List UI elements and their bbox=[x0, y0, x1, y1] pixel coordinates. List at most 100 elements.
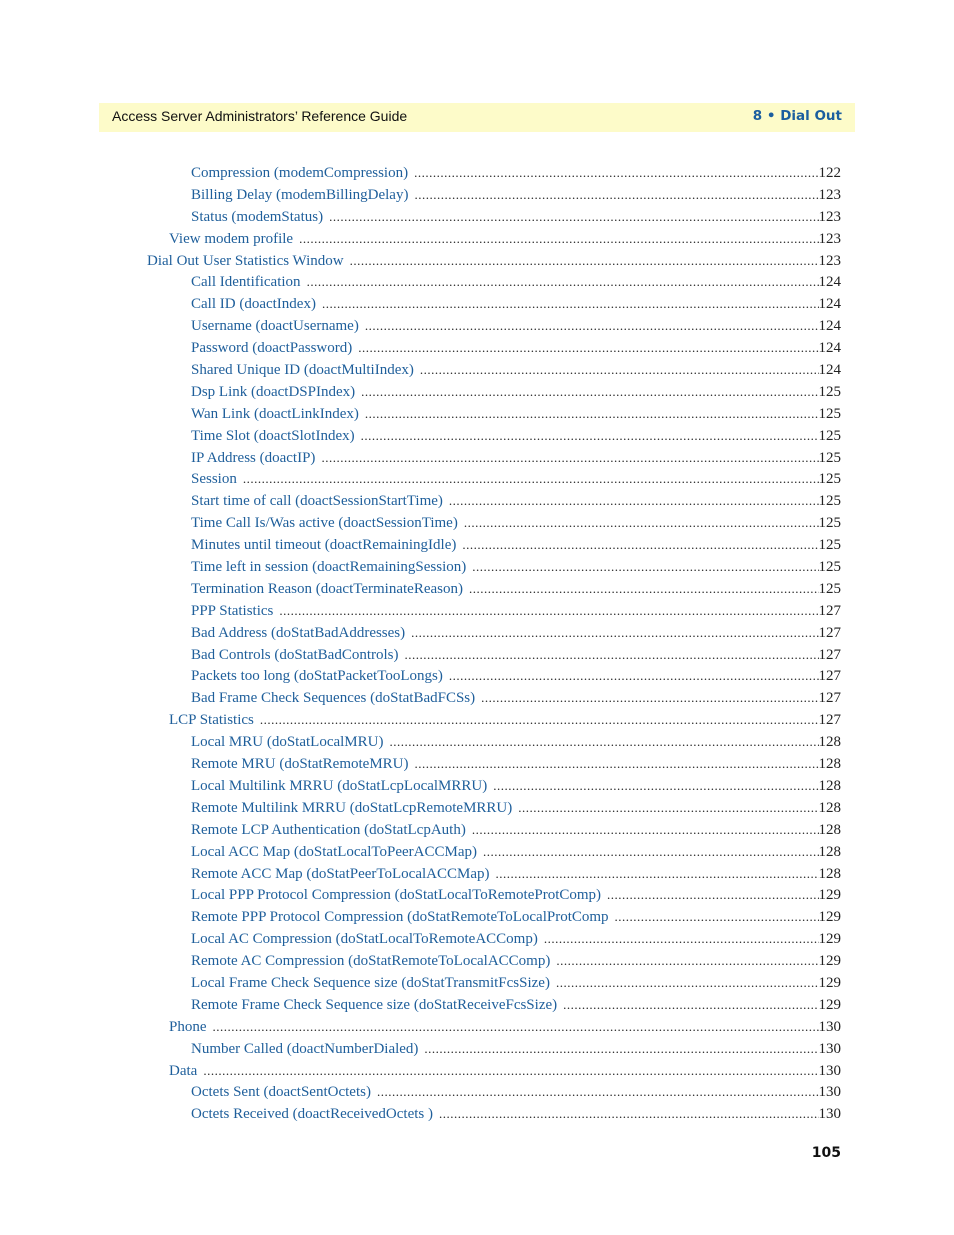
toc-entry[interactable]: IP Address (doactIP)....................… bbox=[0, 447, 954, 469]
toc-entry[interactable]: Call Identification.....................… bbox=[0, 271, 954, 293]
toc-entry[interactable]: Wan Link (doactLinkIndex)...............… bbox=[0, 403, 954, 425]
toc-entry[interactable]: Data....................................… bbox=[0, 1060, 954, 1082]
toc-entry-line: Billing Delay (modemBillingDelay).......… bbox=[191, 184, 841, 207]
toc-entry-link[interactable]: Local AC Compression (doStatLocalToRemot… bbox=[191, 929, 544, 951]
toc-entry[interactable]: Remote MRU (doStatRemoteMRU)............… bbox=[0, 753, 954, 775]
dot-leader: ........................................… bbox=[299, 230, 819, 246]
toc-entry[interactable]: Session.................................… bbox=[0, 468, 954, 490]
toc-entry[interactable]: Start time of call (doactSessionStartTim… bbox=[0, 490, 954, 512]
toc-entry-link[interactable]: View modem profile bbox=[169, 229, 299, 251]
toc-entry[interactable]: Time Slot (doactSlotIndex)..............… bbox=[0, 425, 954, 447]
toc-entry[interactable]: Call ID (doactIndex)....................… bbox=[0, 293, 954, 315]
toc-page-number: 125 bbox=[818, 449, 842, 466]
toc-entry-link[interactable]: Start time of call (doactSessionStartTim… bbox=[191, 491, 449, 513]
dot-leader: ........................................… bbox=[438, 1106, 819, 1122]
toc-entry[interactable]: Termination Reason (doactTerminateReason… bbox=[0, 578, 954, 600]
toc-entry-link[interactable]: Data bbox=[169, 1061, 203, 1083]
toc-entry[interactable]: Time Call Is/Was active (doactSessionTim… bbox=[0, 512, 954, 534]
toc-entry-link[interactable]: PPP Statistics bbox=[191, 601, 279, 623]
toc-entry[interactable]: Local Frame Check Sequence size (doStatT… bbox=[0, 972, 954, 994]
toc-entry-link[interactable]: Compression (modemCompression) bbox=[191, 163, 414, 185]
toc-entry[interactable]: Local ACC Map (doStatLocalToPeerACCMap).… bbox=[0, 841, 954, 863]
toc-entry-link[interactable]: Termination Reason (doactTerminateReason… bbox=[191, 579, 469, 601]
toc-entry-link[interactable]: Remote MRU (doStatRemoteMRU) bbox=[191, 754, 415, 776]
dot-leader: ........................................… bbox=[321, 449, 818, 465]
toc-entry[interactable]: Octets Sent (doactSentOctets)...........… bbox=[0, 1081, 954, 1103]
toc-entry[interactable]: Remote Frame Check Sequence size (doStat… bbox=[0, 994, 954, 1016]
toc-entry-link[interactable]: Password (doactPassword) bbox=[191, 338, 358, 360]
toc-entry-link[interactable]: Remote AC Compression (doStatRemoteToLoc… bbox=[191, 951, 556, 973]
toc-entry[interactable]: Dial Out User Statistics Window.........… bbox=[0, 250, 954, 272]
toc-entry[interactable]: LCP Statistics..........................… bbox=[0, 709, 954, 731]
toc-page-number: 128 bbox=[818, 799, 842, 816]
toc-entry[interactable]: Minutes until timeout (doactRemainingIdl… bbox=[0, 534, 954, 556]
toc-entry[interactable]: Local Multilink MRRU (doStatLcpLocalMRRU… bbox=[0, 775, 954, 797]
toc-entry-link[interactable]: Bad Address (doStatBadAddresses) bbox=[191, 623, 411, 645]
toc-entry[interactable]: Compression (modemCompression)..........… bbox=[0, 162, 954, 184]
toc-entry[interactable]: Remote AC Compression (doStatRemoteToLoc… bbox=[0, 950, 954, 972]
toc-entry-link[interactable]: Dial Out User Statistics Window bbox=[147, 251, 350, 273]
toc-entry-link[interactable]: Octets Sent (doactSentOctets) bbox=[191, 1082, 377, 1104]
toc-entry-link[interactable]: Shared Unique ID (doactMultiIndex) bbox=[191, 360, 420, 382]
toc-entry-link[interactable]: Bad Controls (doStatBadControls) bbox=[191, 645, 405, 667]
toc-entry[interactable]: Local PPP Protocol Compression (doStatLo… bbox=[0, 884, 954, 906]
toc-entry[interactable]: Bad Frame Check Sequences (doStatBadFCSs… bbox=[0, 687, 954, 709]
toc-entry[interactable]: Status (modemStatus)....................… bbox=[0, 206, 954, 228]
toc-entry-link[interactable]: Local Frame Check Sequence size (doStatT… bbox=[191, 973, 556, 995]
toc-entry-link[interactable]: Bad Frame Check Sequences (doStatBadFCSs… bbox=[191, 688, 481, 710]
toc-entry-link[interactable]: Status (modemStatus) bbox=[191, 207, 329, 229]
toc-entry[interactable]: Remote LCP Authentication (doStatLcpAuth… bbox=[0, 819, 954, 841]
toc-entry[interactable]: Time left in session (doactRemainingSess… bbox=[0, 556, 954, 578]
toc-entry-link[interactable]: Remote LCP Authentication (doStatLcpAuth… bbox=[191, 820, 472, 842]
toc-entry-link[interactable]: IP Address (doactIP) bbox=[191, 448, 321, 470]
toc-entry-link[interactable]: Number Called (doactNumberDialed) bbox=[191, 1039, 424, 1061]
toc-entry-link[interactable]: Session bbox=[191, 469, 243, 491]
toc-entry-link[interactable]: Local MRU (doStatLocalMRU) bbox=[191, 732, 389, 754]
toc-entry-link[interactable]: Wan Link (doactLinkIndex) bbox=[191, 404, 365, 426]
toc-entry[interactable]: Password (doactPassword)................… bbox=[0, 337, 954, 359]
toc-entry-link[interactable]: Local PPP Protocol Compression (doStatLo… bbox=[191, 885, 607, 907]
toc-entry-link[interactable]: Call Identification bbox=[191, 272, 307, 294]
toc-entry-link[interactable]: Billing Delay (modemBillingDelay) bbox=[191, 185, 414, 207]
toc-entry-link[interactable]: Username (doactUsername) bbox=[191, 316, 365, 338]
toc-entry[interactable]: Local MRU (doStatLocalMRU)..............… bbox=[0, 731, 954, 753]
toc-entry[interactable]: Phone...................................… bbox=[0, 1016, 954, 1038]
toc-entry[interactable]: Shared Unique ID (doactMultiIndex)......… bbox=[0, 359, 954, 381]
toc-entry-link[interactable]: Phone bbox=[169, 1017, 213, 1039]
toc-entry[interactable]: Username (doactUsername)................… bbox=[0, 315, 954, 337]
toc-entry-link[interactable]: Time Call Is/Was active (doactSessionTim… bbox=[191, 513, 464, 535]
toc-entry-link[interactable]: Call ID (doactIndex) bbox=[191, 294, 322, 316]
toc-entry-link[interactable]: Time left in session (doactRemainingSess… bbox=[191, 557, 472, 579]
toc-entry[interactable]: Remote ACC Map (doStatPeerToLocalACCMap)… bbox=[0, 863, 954, 885]
toc-entry-link[interactable]: LCP Statistics bbox=[169, 710, 260, 732]
toc-entry-link[interactable]: Remote Multilink MRRU (doStatLcpRemoteMR… bbox=[191, 798, 518, 820]
toc-entry-link[interactable]: Minutes until timeout (doactRemainingIdl… bbox=[191, 535, 462, 557]
toc-entry-link[interactable]: Time Slot (doactSlotIndex) bbox=[191, 426, 361, 448]
toc-entry-link[interactable]: Dsp Link (doactDSPIndex) bbox=[191, 382, 361, 404]
dot-leader: ........................................… bbox=[404, 646, 819, 662]
toc-page-number: 124 bbox=[818, 362, 842, 379]
dot-leader: ........................................… bbox=[364, 318, 819, 334]
toc-entry[interactable]: PPP Statistics..........................… bbox=[0, 600, 954, 622]
toc-entry[interactable]: Billing Delay (modemBillingDelay).......… bbox=[0, 184, 954, 206]
toc-entry-link[interactable]: Packets too long (doStatPacketTooLongs) bbox=[191, 666, 449, 688]
toc-entry[interactable]: Octets Received (doactReceivedOctets )..… bbox=[0, 1103, 954, 1125]
toc-entry[interactable]: Number Called (doactNumberDialed).......… bbox=[0, 1038, 954, 1060]
toc-page-number: 128 bbox=[818, 756, 842, 773]
toc-entry[interactable]: Remote Multilink MRRU (doStatLcpRemoteMR… bbox=[0, 797, 954, 819]
toc-entry[interactable]: Bad Address (doStatBadAddresses)........… bbox=[0, 622, 954, 644]
toc-entry[interactable]: Bad Controls (doStatBadControls)........… bbox=[0, 644, 954, 666]
toc-entry-link[interactable]: Octets Received (doactReceivedOctets ) bbox=[191, 1104, 439, 1126]
toc-entry-link[interactable]: Remote Frame Check Sequence size (doStat… bbox=[191, 995, 563, 1017]
toc-page-number: 129 bbox=[818, 887, 842, 904]
toc-entry-link[interactable]: Remote PPP Protocol Compression (doStatR… bbox=[191, 907, 615, 929]
toc-entry[interactable]: Remote PPP Protocol Compression (doStatR… bbox=[0, 906, 954, 928]
toc-entry[interactable]: Packets too long (doStatPacketTooLongs).… bbox=[0, 665, 954, 687]
toc-entry-link[interactable]: Local Multilink MRRU (doStatLcpLocalMRRU… bbox=[191, 776, 493, 798]
toc-entry[interactable]: Dsp Link (doactDSPIndex)................… bbox=[0, 381, 954, 403]
toc-entry-link[interactable]: Local ACC Map (doStatLocalToPeerACCMap) bbox=[191, 842, 483, 864]
toc-entry-line: View modem profile......................… bbox=[169, 228, 841, 251]
toc-entry[interactable]: View modem profile......................… bbox=[0, 228, 954, 250]
toc-entry[interactable]: Local AC Compression (doStatLocalToRemot… bbox=[0, 928, 954, 950]
toc-entry-link[interactable]: Remote ACC Map (doStatPeerToLocalACCMap) bbox=[191, 864, 496, 886]
